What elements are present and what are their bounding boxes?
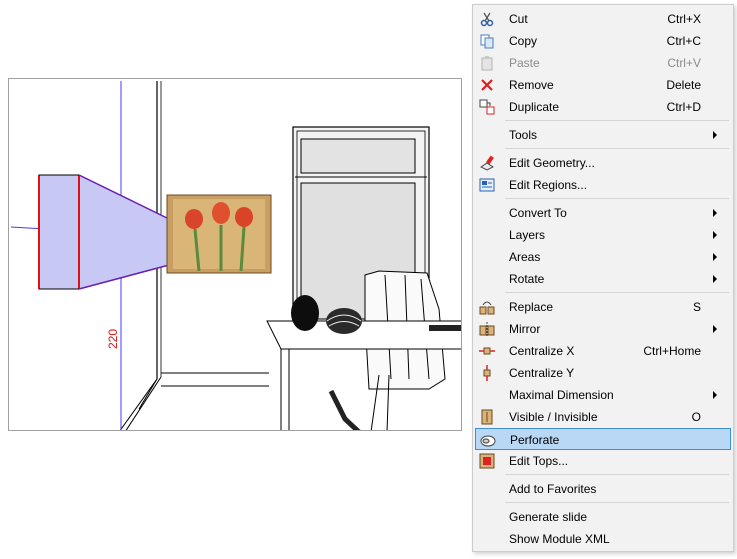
menu-item-label: Edit Regions... <box>509 178 588 192</box>
menu-item-duplicate[interactable]: Duplicate Ctrl+D <box>475 96 731 118</box>
centralize-x-icon <box>479 343 495 359</box>
menu-item-maximal-dimension[interactable]: Maximal Dimension <box>475 384 731 406</box>
menu-separator <box>505 148 729 149</box>
menu-item-label: Remove <box>509 78 554 92</box>
paste-icon <box>479 55 495 71</box>
menu-item-label: Convert To <box>509 206 567 220</box>
menu-item-generate-slide[interactable]: Generate slide <box>475 506 731 528</box>
menu-item-cut[interactable]: Cut Ctrl+X <box>475 8 731 30</box>
menu-item-label: Visible / Invisible <box>509 410 598 424</box>
menu-item-label: Edit Geometry... <box>509 156 595 170</box>
menu-item-label: Generate slide <box>509 510 588 524</box>
menu-item-label: Duplicate <box>509 100 560 114</box>
menu-separator <box>505 474 729 475</box>
menu-item-label: Add to Favorites <box>509 482 597 496</box>
scissors-icon <box>479 11 495 27</box>
menu-item-shortcut: S <box>692 300 701 314</box>
menu-item-centralize-x[interactable]: Centralize X Ctrl+Home <box>475 340 731 362</box>
submenu-arrow-icon <box>713 209 717 217</box>
menu-item-label: Tools <box>509 128 538 142</box>
menu-item-shortcut: Ctrl+X <box>667 12 701 26</box>
copy-icon <box>479 33 495 49</box>
menu-item-label: Cut <box>509 12 528 26</box>
menu-item-copy[interactable]: Copy Ctrl+C <box>475 30 731 52</box>
menu-item-label: Edit Tops... <box>509 454 569 468</box>
menu-item-shortcut: Ctrl+C <box>666 34 701 48</box>
menu-item-edit-regions[interactable]: Edit Regions... <box>475 174 731 196</box>
menu-item-label: Centralize Y <box>509 366 575 380</box>
submenu-arrow-icon <box>713 325 717 333</box>
submenu-arrow-icon <box>713 275 717 283</box>
red-x-icon <box>479 77 495 93</box>
menu-item-paste: Paste Ctrl+V <box>475 52 731 74</box>
menu-item-label: Rotate <box>509 272 545 286</box>
submenu-arrow-icon <box>713 231 717 239</box>
centralize-y-icon <box>479 365 495 381</box>
context-menu: Cut Ctrl+X Copy Ctrl+C Paste Ctrl+V Remove Dele… <box>472 4 734 552</box>
menu-item-label: Areas <box>509 250 541 264</box>
menu-item-show-module-xml[interactable]: Show Module XML <box>475 528 731 550</box>
menu-item-remove[interactable]: Remove Delete <box>475 74 731 96</box>
menu-item-shortcut: Ctrl+V <box>667 56 701 70</box>
menu-item-label: Paste <box>509 56 540 70</box>
menu-item-mirror[interactable]: Mirror <box>475 318 731 340</box>
menu-item-label: Centralize X <box>509 344 575 358</box>
menu-item-edit-geometry[interactable]: Edit Geometry... <box>475 152 731 174</box>
edit-geometry-icon <box>479 155 495 171</box>
menu-item-label: Copy <box>509 34 538 48</box>
menu-item-areas[interactable]: Areas <box>475 246 731 268</box>
menu-item-replace[interactable]: Replace S <box>475 296 731 318</box>
menu-separator <box>505 120 729 121</box>
menu-separator <box>505 502 729 503</box>
perforate-icon <box>480 432 496 448</box>
menu-item-label: Show Module XML <box>509 532 610 546</box>
submenu-arrow-icon <box>713 131 717 139</box>
menu-item-perforate[interactable]: Perforate <box>475 428 731 450</box>
menu-item-shortcut: Ctrl+D <box>666 100 701 114</box>
replace-icon <box>479 299 495 315</box>
menu-item-shortcut: Ctrl+Home <box>643 344 701 358</box>
menu-item-label: Layers <box>509 228 546 242</box>
menu-separator <box>505 292 729 293</box>
3d-viewport[interactable]: 220 <box>8 78 462 431</box>
menu-item-rotate[interactable]: Rotate <box>475 268 731 290</box>
submenu-arrow-icon <box>713 391 717 399</box>
menu-item-label: Maximal Dimension <box>509 388 614 402</box>
menu-item-centralize-y[interactable]: Centralize Y <box>475 362 731 384</box>
menu-item-label: Mirror <box>509 322 541 336</box>
menu-item-shortcut: Delete <box>666 78 701 92</box>
duplicate-icon <box>479 99 495 115</box>
mirror-icon <box>479 321 495 337</box>
menu-item-label: Perforate <box>510 433 560 447</box>
menu-item-edit-tops[interactable]: Edit Tops... <box>475 450 731 472</box>
menu-item-layers[interactable]: Layers <box>475 224 731 246</box>
menu-item-add-to-favorites[interactable]: Add to Favorites <box>475 478 731 500</box>
visibility-icon <box>479 409 495 425</box>
menu-item-convert-to[interactable]: Convert To <box>475 202 731 224</box>
menu-item-visible-invisible[interactable]: Visible / Invisible O <box>475 406 731 428</box>
menu-separator <box>505 198 729 199</box>
menu-item-tools[interactable]: Tools <box>475 124 731 146</box>
menu-item-shortcut: O <box>691 410 701 424</box>
scene-drawing: 220 <box>10 81 461 430</box>
menu-item-label: Replace <box>509 300 554 314</box>
dimension-label: 220 <box>106 329 120 349</box>
edit-tops-icon <box>479 453 495 469</box>
submenu-arrow-icon <box>713 253 717 261</box>
edit-regions-icon <box>479 177 495 193</box>
